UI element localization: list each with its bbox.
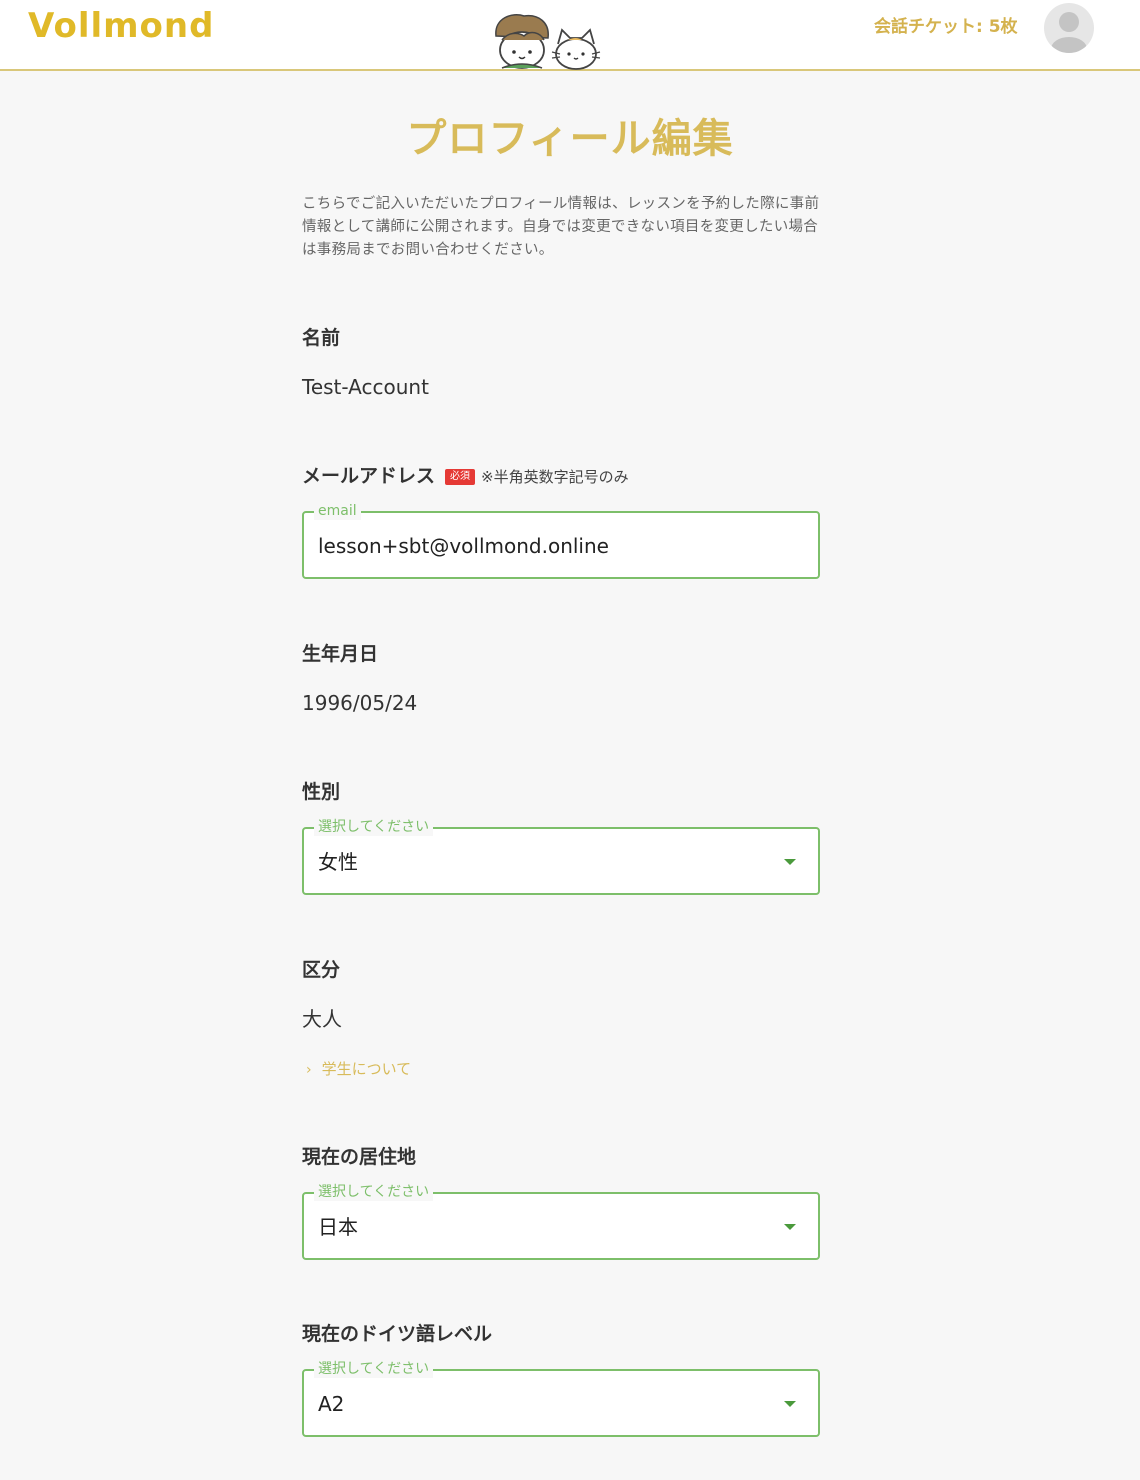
name-value: Test-Account bbox=[302, 375, 429, 399]
german-level-select-value: A2 bbox=[318, 1392, 345, 1416]
student-info-link[interactable]: › 学生について bbox=[306, 1058, 411, 1081]
birthday-label: 生年月日 bbox=[302, 643, 379, 665]
chevron-down-icon[interactable] bbox=[784, 859, 796, 865]
avatar[interactable] bbox=[1044, 3, 1094, 53]
email-label: メールアドレス bbox=[302, 465, 436, 487]
student-info-link-label: 学生について bbox=[321, 1060, 412, 1078]
user-silhouette-icon bbox=[1051, 12, 1087, 53]
residence-select-value: 日本 bbox=[318, 1215, 358, 1239]
chevron-right-icon: › bbox=[306, 1062, 312, 1078]
chevron-down-icon[interactable] bbox=[784, 1401, 796, 1407]
email-label-row: メールアドレス 必須 ※半角英数字記号のみ bbox=[302, 463, 629, 490]
residence-select[interactable]: 選択してください 日本 bbox=[302, 1183, 820, 1260]
page-title: プロフィール編集 bbox=[406, 116, 734, 162]
top-header: Vollmond 会話チケット: 5枚 bbox=[0, 0, 1140, 71]
vollmond-logo[interactable]: Vollmond bbox=[28, 6, 214, 46]
mascot-illustration-icon bbox=[495, 14, 601, 70]
chevron-down-icon[interactable] bbox=[784, 1224, 796, 1230]
gender-select[interactable]: 選択してください 女性 bbox=[302, 818, 820, 895]
residence-label: 現在の居住地 bbox=[302, 1146, 417, 1168]
residence-select-legend: 選択してください bbox=[314, 1183, 434, 1201]
german-level-select[interactable]: 選択してください A2 bbox=[302, 1360, 820, 1437]
intro-text: こちらでご記入いただいたプロフィール情報は、レッスンを予約した際に事前情報として… bbox=[302, 196, 820, 258]
required-badge: 必須 bbox=[445, 469, 476, 485]
email-field[interactable]: email lesson+sbt@vollmond.online bbox=[302, 502, 820, 579]
german-level-label: 現在のドイツ語レベル bbox=[302, 1323, 493, 1345]
email-note: ※半角英数字記号のみ bbox=[481, 468, 629, 486]
gender-select-value: 女性 bbox=[318, 850, 358, 874]
gender-select-legend: 選択してください bbox=[314, 818, 434, 836]
email-field-value[interactable]: lesson+sbt@vollmond.online bbox=[318, 533, 609, 559]
german-level-select-legend: 選択してください bbox=[314, 1360, 434, 1378]
category-label: 区分 bbox=[302, 959, 341, 981]
name-label: 名前 bbox=[302, 327, 341, 349]
category-value: 大人 bbox=[302, 1007, 342, 1031]
gender-label: 性別 bbox=[302, 781, 341, 803]
conversation-tickets-count[interactable]: 会話チケット: 5枚 bbox=[874, 16, 1018, 38]
birthday-value: 1996/05/24 bbox=[302, 691, 418, 715]
email-field-legend: email bbox=[314, 502, 361, 520]
